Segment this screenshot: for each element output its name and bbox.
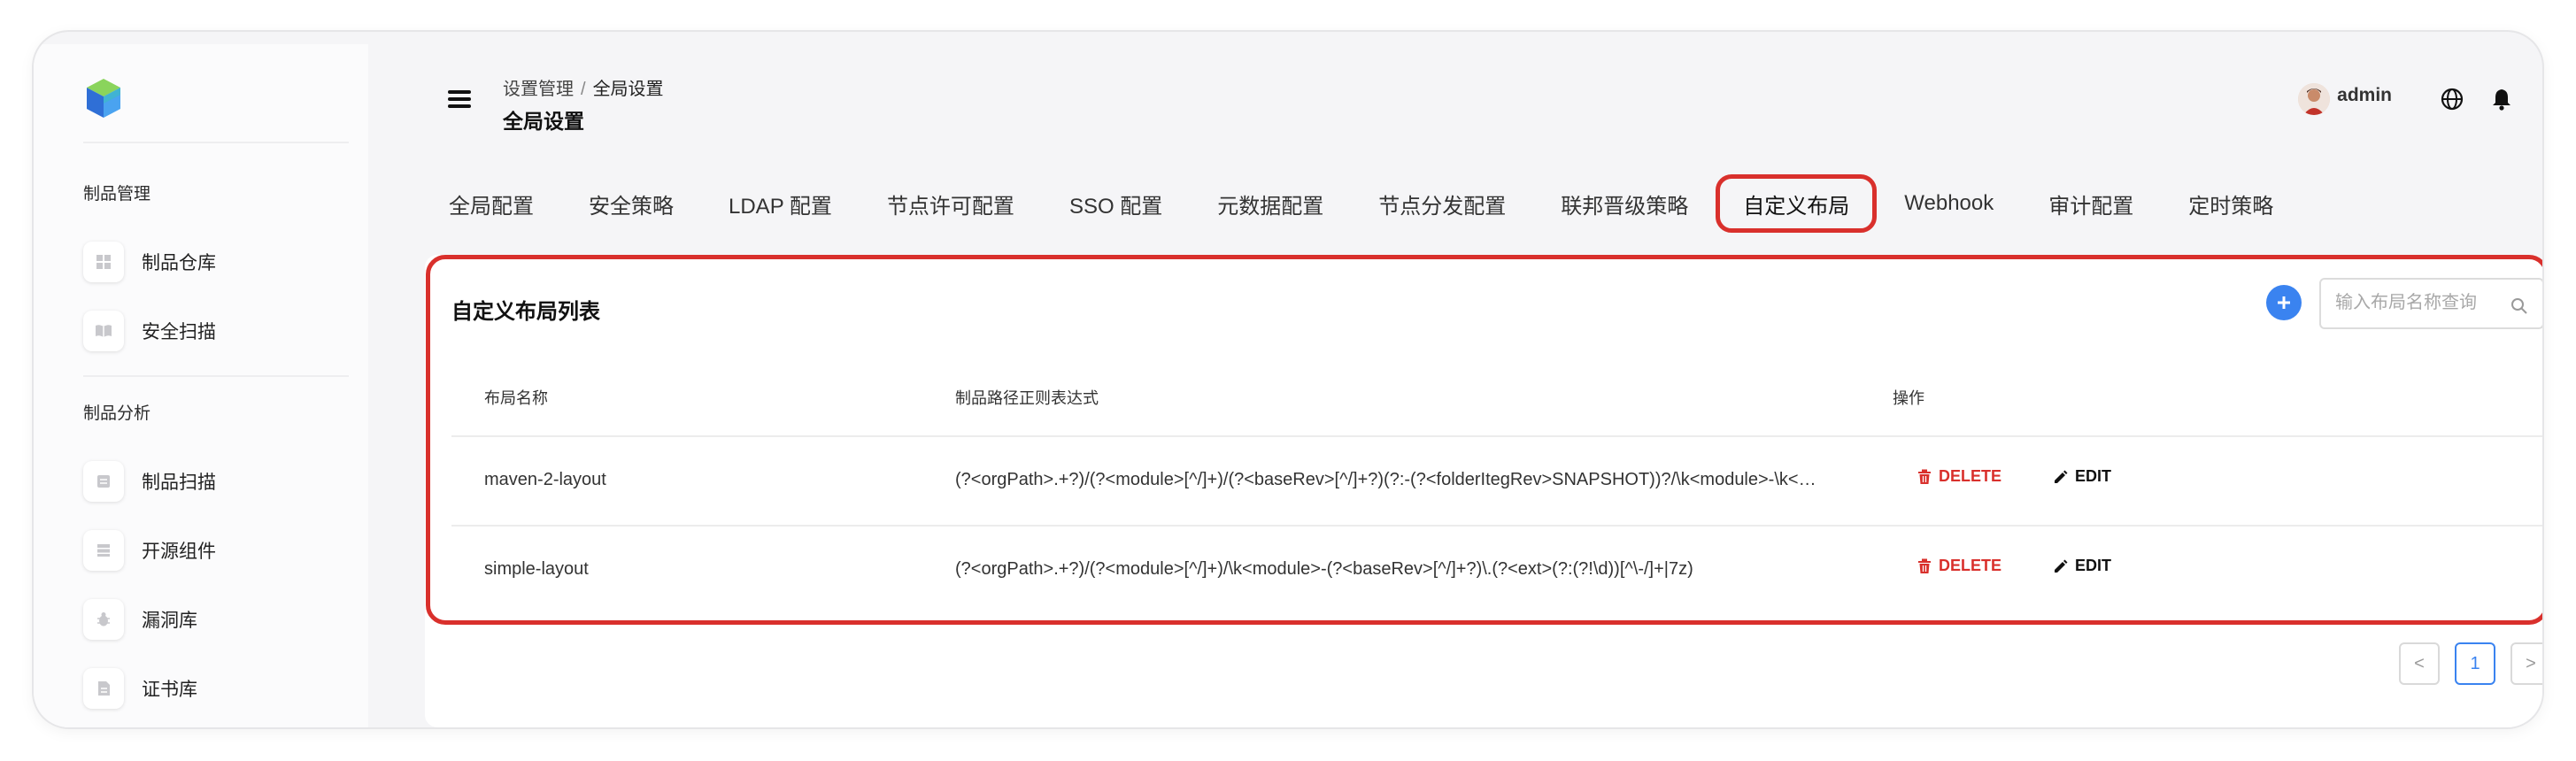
edit-button[interactable]: EDIT [2054, 467, 2111, 486]
sidebar-item-label: 开源组件 [142, 542, 216, 562]
tab-node-distribution[interactable]: 节点分发配置 [1351, 174, 1533, 233]
pencil-icon [2055, 559, 2068, 573]
document-icon [83, 668, 124, 709]
search-icon[interactable] [2510, 297, 2528, 315]
menu-toggle-icon[interactable] [448, 90, 471, 108]
list-icon [83, 530, 124, 571]
layout-search [2319, 278, 2542, 329]
sidebar-item-label: 制品仓库 [142, 253, 216, 273]
bell-icon[interactable] [2487, 85, 2516, 113]
sidebar-divider [83, 375, 349, 377]
next-page-button[interactable]: > [2510, 642, 2542, 685]
card-title: 自定义布局列表 [451, 300, 600, 324]
sidebar-group-title-analysis: 制品分析 [83, 404, 151, 423]
column-header-actions: 操作 [1893, 389, 1924, 407]
app-logo[interactable] [85, 77, 122, 121]
sidebar-item-security-scan[interactable]: 安全扫描 [83, 308, 216, 354]
layout-search-input[interactable] [2335, 293, 2503, 313]
grid-icon [83, 242, 124, 282]
tab-sso-config[interactable]: SSO 配置 [1042, 174, 1190, 233]
sidebar-group-title-artifacts: 制品管理 [83, 185, 151, 204]
breadcrumb: 设置管理 / 全局设置 [503, 74, 664, 100]
tab-ldap-config[interactable]: LDAP 配置 [701, 174, 860, 233]
delete-label: DELETE [1939, 467, 2002, 485]
page-title: 全局设置 [503, 110, 584, 133]
edit-label: EDIT [2075, 467, 2112, 485]
trash-icon [1918, 558, 1931, 573]
table-header: 布局名称 制品路径正则表达式 操作 [451, 359, 2542, 437]
delete-button[interactable]: DELETE [1917, 557, 2001, 575]
tab-global-config[interactable]: 全局配置 [421, 174, 561, 233]
tab-custom-layout[interactable]: 自定义布局 [1716, 174, 1878, 233]
breadcrumb-parent-link[interactable]: 设置管理 [503, 80, 574, 99]
tab-security-policy[interactable]: 安全策略 [561, 174, 701, 233]
layout-regex: (?<orgPath>.+?)/(?<module>[^/]+)/\k<modu… [955, 559, 1693, 579]
delete-button[interactable]: DELETE [1917, 467, 2001, 486]
trash-icon [1918, 469, 1931, 484]
book-icon [83, 311, 124, 351]
edit-button[interactable]: EDIT [2054, 557, 2111, 575]
sidebar-divider [83, 142, 349, 143]
settings-tabs: 全局配置 安全策略 LDAP 配置 节点许可配置 SSO 配置 元数据配置 节点… [421, 168, 2301, 239]
table-row: maven-2-layout (?<orgPath>.+?)/(?<module… [451, 437, 2542, 527]
tab-audit-config[interactable]: 审计配置 [2021, 174, 2161, 233]
app-window: 制品管理 制品仓库 安全扫描 制品分析 制品扫描 开源组件 漏洞库 证书库 设置… [34, 32, 2542, 727]
sidebar-item-artifact-scan[interactable]: 制品扫描 [83, 458, 216, 504]
sidebar-item-label: 制品扫描 [142, 473, 216, 493]
plus-icon [2278, 296, 2290, 309]
tab-scheduled-policy[interactable]: 定时策略 [2161, 174, 2301, 233]
sidebar-item-license-db[interactable]: 证书库 [83, 665, 197, 711]
tab-node-license[interactable]: 节点许可配置 [860, 174, 1042, 233]
layout-list-card: 自定义布局列表 布局名称 制品路径正则表达式 操作 maven-2-layout [425, 255, 2542, 727]
scan-icon [83, 461, 124, 502]
sidebar-item-label: 漏洞库 [142, 611, 197, 631]
breadcrumb-separator: / [581, 80, 586, 99]
layout-regex: (?<orgPath>.+?)/(?<module>[^/]+)/(?<base… [955, 470, 1816, 489]
header-actions: admin [2298, 83, 2516, 115]
prev-page-button[interactable]: < [2399, 642, 2440, 685]
column-header-regex: 制品路径正则表达式 [955, 389, 1099, 407]
layout-name: maven-2-layout [484, 470, 606, 489]
column-header-name: 布局名称 [484, 389, 548, 407]
page-button-1[interactable]: 1 [2455, 642, 2495, 685]
sidebar: 制品管理 制品仓库 安全扫描 制品分析 制品扫描 开源组件 漏洞库 证书库 [34, 44, 368, 727]
avatar[interactable] [2298, 83, 2331, 115]
table-row: simple-layout (?<orgPath>.+?)/(?<module>… [451, 527, 2542, 616]
sidebar-item-open-source[interactable]: 开源组件 [83, 527, 216, 573]
pencil-icon [2055, 470, 2068, 483]
layout-name: simple-layout [484, 559, 589, 579]
sidebar-item-vulnerability-db[interactable]: 漏洞库 [83, 596, 197, 642]
tab-webhook[interactable]: Webhook [1877, 174, 2021, 233]
bug-icon [83, 599, 124, 640]
tab-federation-promotion[interactable]: 联邦晋级策略 [1533, 174, 1716, 233]
main-content: 设置管理 / 全局设置 全局设置 admin 全局配置 安全策略 LDAP 配置… [395, 32, 2542, 727]
layout-table: 布局名称 制品路径正则表达式 操作 maven-2-layout (?<orgP… [451, 359, 2542, 616]
edit-label: EDIT [2075, 557, 2112, 574]
sidebar-item-label: 安全扫描 [142, 322, 216, 342]
globe-icon[interactable] [2438, 85, 2466, 113]
tab-metadata-config[interactable]: 元数据配置 [1190, 174, 1351, 233]
delete-label: DELETE [1939, 557, 2002, 574]
add-layout-button[interactable] [2266, 285, 2302, 320]
username[interactable]: admin [2337, 85, 2392, 106]
sidebar-item-artifact-repo[interactable]: 制品仓库 [83, 239, 216, 285]
pagination: < 1 > [2399, 642, 2542, 685]
sidebar-item-label: 证书库 [142, 680, 197, 700]
breadcrumb-current: 全局设置 [592, 80, 664, 99]
